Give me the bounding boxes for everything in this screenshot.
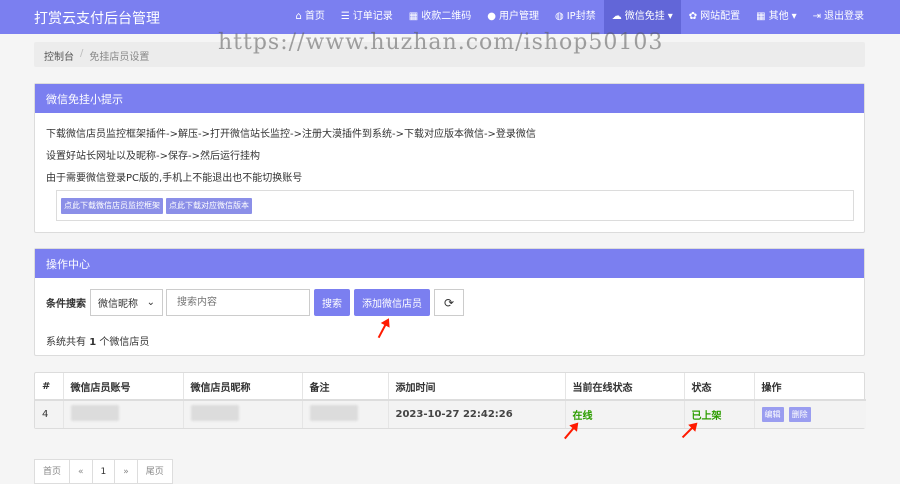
nav-qrcode[interactable]: ▦ 收款二维码 [401, 0, 479, 34]
download-wechat-button[interactable]: 点此下载对应微信版本 [166, 198, 252, 214]
search-label: 条件搜索 [46, 299, 86, 310]
nav-other[interactable]: ▦ 其他 ▾ [748, 0, 804, 34]
search-button[interactable]: 搜索 [314, 289, 350, 316]
page-current[interactable]: 1 [91, 459, 116, 484]
nav-home[interactable]: ⌂ 首页 [287, 0, 332, 34]
table-row: 4 2023-10-27 22:42:26 在线 已上架 编辑 删除 [35, 400, 866, 428]
column-header: 备注 [302, 373, 389, 401]
app-title[interactable]: 打赏云支付后台管理 [34, 8, 160, 28]
nav-qrcode-label: 收款二维码 [421, 11, 472, 22]
clerk-count-text: 系统共有 1 个微信店员 [46, 333, 149, 348]
nav-other-label: 其他 [768, 11, 789, 22]
clerk-count: 1 [89, 337, 97, 348]
home-icon: ⌂ [295, 11, 302, 22]
delete-button[interactable]: 删除 [788, 407, 811, 422]
page-prev[interactable]: « [69, 459, 93, 484]
tip-line: 由于需要微信登录PC版的,手机上不能退出也不能切换账号 [46, 173, 303, 184]
clerk-account-cell [63, 400, 184, 428]
nav-wechat-label: 微信免挂 [624, 11, 665, 22]
nav-home-label: 首页 [304, 11, 325, 22]
refresh-button[interactable]: ⟳ [434, 289, 464, 316]
search-row: 条件搜索 微信昵称 ⌄ 搜索 添加微信店员 ⟳ [46, 289, 464, 316]
column-header: 操作 [754, 373, 866, 401]
column-header: 微信店员账号 [63, 373, 184, 401]
column-header: 状态 [684, 373, 755, 401]
watermark: https://www.huzhan.com/ishop50103 [218, 30, 664, 55]
top-navbar: 打赏云支付后台管理 ⌂ 首页 ☰ 订单记录 ▦ 收款二维码 ● 用户管理 ◍ I… [0, 0, 900, 34]
breadcrumb-home[interactable]: 控制台 [44, 48, 74, 63]
caret-down-icon: ▾ [667, 11, 673, 22]
download-box: 点此下载微信店员监控框架 点此下载对应微信版本 [56, 190, 854, 221]
grid-icon: ▦ [756, 11, 766, 22]
remark-cell [302, 400, 389, 428]
gear-icon: ✿ [688, 11, 698, 22]
actions-cell: 编辑 删除 [754, 400, 866, 428]
column-header: 微信店员昵称 [183, 373, 303, 401]
nav-users-label: 用户管理 [498, 11, 539, 22]
refresh-icon: ⟳ [443, 295, 455, 310]
tips-panel: 微信免挂小提示 下载微信店员监控框架插件->解压->打开微信站长监控->注册大漠… [34, 83, 865, 233]
search-field-select[interactable]: 微信昵称 ⌄ [90, 289, 163, 316]
count-suffix: 个微信店员 [99, 337, 150, 348]
page-first[interactable]: 首页 [34, 459, 71, 484]
operations-panel: 操作中心 条件搜索 微信昵称 ⌄ 搜索 添加微信店员 ⟳ 系统共有 1 个微信店… [34, 248, 865, 356]
breadcrumb-current: 免挂店员设置 [89, 52, 150, 63]
edit-button[interactable]: 编辑 [761, 407, 784, 422]
table-header-row: # 微信店员账号 微信店员昵称 备注 添加时间 当前在线状态 状态 操作 [35, 373, 866, 401]
page-next[interactable]: » [114, 459, 138, 484]
main-nav: ⌂ 首页 ☰ 订单记录 ▦ 收款二维码 ● 用户管理 ◍ IP封禁 ☁ 微信免挂… [287, 0, 872, 34]
redacted-value [190, 405, 239, 421]
clerk-table: # 微信店员账号 微信店员昵称 备注 添加时间 当前在线状态 状态 操作 4 2… [35, 373, 866, 428]
count-prefix: 系统共有 [46, 337, 86, 348]
nav-ip-ban[interactable]: ◍ IP封禁 [547, 0, 604, 34]
redacted-value [309, 405, 358, 421]
globe-icon: ◍ [554, 11, 564, 22]
qrcode-icon: ▦ [408, 11, 419, 22]
breadcrumb-separator: / [80, 48, 84, 59]
pagination: 首页 « 1 » 尾页 [34, 459, 173, 484]
download-framework-button[interactable]: 点此下载微信店员监控框架 [61, 198, 163, 214]
add-clerk-button[interactable]: 添加微信店员 [354, 289, 430, 316]
search-input[interactable] [166, 289, 310, 316]
nav-site-config-label: 网站配置 [700, 11, 741, 22]
clerk-table-panel: # 微信店员账号 微信店员昵称 备注 添加时间 当前在线状态 状态 操作 4 2… [34, 372, 866, 429]
redacted-value [70, 405, 119, 421]
nav-wechat[interactable]: ☁ 微信免挂 ▾ [603, 0, 681, 34]
user-icon: ● [487, 11, 496, 22]
clerk-nickname-cell [183, 400, 303, 428]
tips-panel-title: 微信免挂小提示 [35, 84, 864, 113]
tip-line: 设置好站长网址以及昵称->保存->然后运行挂构 [46, 151, 260, 162]
operations-panel-title: 操作中心 [35, 249, 864, 278]
nav-ip-ban-label: IP封禁 [566, 11, 596, 22]
nav-site-config[interactable]: ✿ 网站配置 [681, 0, 748, 34]
caret-down-icon: ▾ [791, 11, 797, 22]
column-header: 当前在线状态 [565, 373, 685, 401]
nav-logout-label: 退出登录 [824, 11, 864, 22]
column-header: # [35, 373, 64, 401]
page-last[interactable]: 尾页 [136, 459, 173, 484]
select-value: 微信昵称 [98, 299, 138, 310]
nav-orders-label: 订单记录 [352, 11, 393, 22]
nav-logout[interactable]: ⇥ 退出登录 [805, 0, 872, 34]
nav-orders[interactable]: ☰ 订单记录 [333, 0, 401, 34]
tip-line: 下载微信店员监控框架插件->解压->打开微信站长监控->注册大漠插件到系统->下… [46, 129, 536, 140]
nav-users[interactable]: ● 用户管理 [479, 0, 547, 34]
wechat-icon: ☁ [611, 11, 622, 22]
chevron-down-icon: ⌄ [146, 297, 155, 308]
row-id: 4 [35, 400, 64, 428]
online-status: 在线 [565, 400, 685, 428]
column-header: 添加时间 [388, 373, 566, 401]
added-time: 2023-10-27 22:42:26 [388, 400, 566, 428]
logout-icon: ⇥ [812, 11, 821, 22]
list-icon: ☰ [340, 11, 350, 22]
